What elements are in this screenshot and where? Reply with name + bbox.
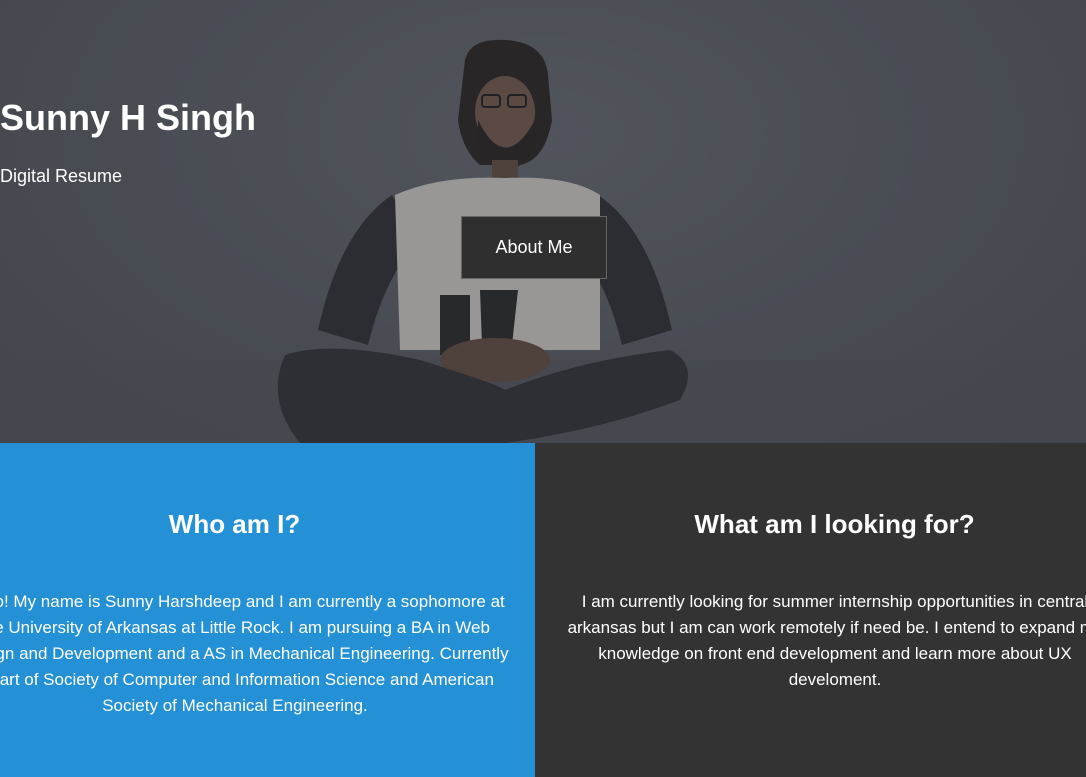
looking-for-heading: What am I looking for? [694, 509, 975, 539]
page-subtitle: Digital Resume [0, 166, 123, 186]
info-panels: Who am I? Hello! My name is Sunny Harshd… [0, 443, 1086, 777]
who-am-i-heading: Who am I? [168, 509, 301, 539]
page-title: Sunny H Singh [0, 97, 256, 138]
looking-for-panel: What am I looking for? I am currently lo… [535, 443, 1086, 777]
hero-section: Sunny H Singh Digital Resume About Me [0, 0, 1086, 443]
looking-for-text: I am currently looking for summer intern… [567, 592, 1086, 689]
about-me-button[interactable]: About Me [461, 216, 607, 279]
who-am-i-text: Hello! My name is Sunny Harshdeep and I … [0, 592, 509, 715]
who-am-i-panel: Who am I? Hello! My name is Sunny Harshd… [0, 443, 535, 777]
